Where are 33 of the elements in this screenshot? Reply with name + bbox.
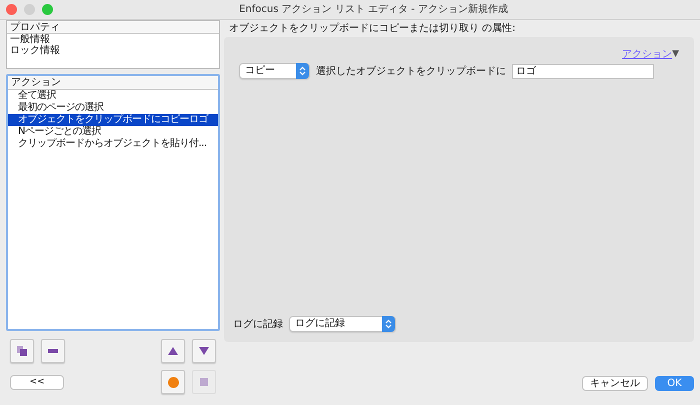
collapse-button[interactable]: << bbox=[10, 374, 64, 390]
window-title: Enfocus アクション リスト エディタ - アクション新規作成 bbox=[238, 2, 509, 17]
action-item[interactable]: Nページごとの選択 bbox=[8, 126, 218, 138]
cancel-button[interactable]: キャンセル bbox=[582, 376, 648, 391]
minus-icon bbox=[48, 349, 58, 353]
remove-button[interactable] bbox=[41, 339, 65, 363]
down-button[interactable] bbox=[192, 339, 216, 363]
text-field[interactable]: ロゴ bbox=[512, 64, 654, 78]
down-triangle-icon bbox=[199, 347, 209, 355]
dropdown[interactable]: コピー bbox=[239, 63, 310, 79]
log-label: ログに記録 bbox=[233, 318, 283, 332]
stepper-icon bbox=[296, 63, 309, 79]
dropdown-arrow[interactable]: ▼ bbox=[672, 48, 679, 62]
up-button[interactable] bbox=[161, 339, 185, 363]
list-header: アクション bbox=[8, 76, 218, 90]
duplicate-button[interactable] bbox=[10, 339, 34, 363]
minimize-icon[interactable] bbox=[24, 4, 35, 15]
stop-icon bbox=[200, 378, 208, 386]
up-triangle-icon bbox=[168, 347, 178, 355]
property-item[interactable]: ロック情報 bbox=[7, 45, 219, 56]
list-header: プロパティ bbox=[7, 21, 219, 34]
close-icon[interactable] bbox=[6, 4, 17, 15]
panel-heading: オブジェクトをクリップボードにコピーまたは切り取り の属性: bbox=[228, 22, 517, 36]
record-icon bbox=[168, 376, 178, 388]
stepper-icon bbox=[382, 316, 395, 332]
property-item[interactable]: 一般情報 bbox=[7, 34, 219, 45]
action-item[interactable]: 全て選択 bbox=[8, 90, 218, 102]
dropdown[interactable]: ログに記録 bbox=[289, 316, 396, 332]
record-button[interactable] bbox=[161, 370, 185, 394]
target-label: 選択したオブジェクトをクリップボードに bbox=[316, 64, 506, 78]
duplicate-icon bbox=[16, 345, 28, 357]
zoom-icon[interactable] bbox=[42, 4, 53, 15]
actions-link[interactable]: アクション bbox=[622, 47, 672, 62]
